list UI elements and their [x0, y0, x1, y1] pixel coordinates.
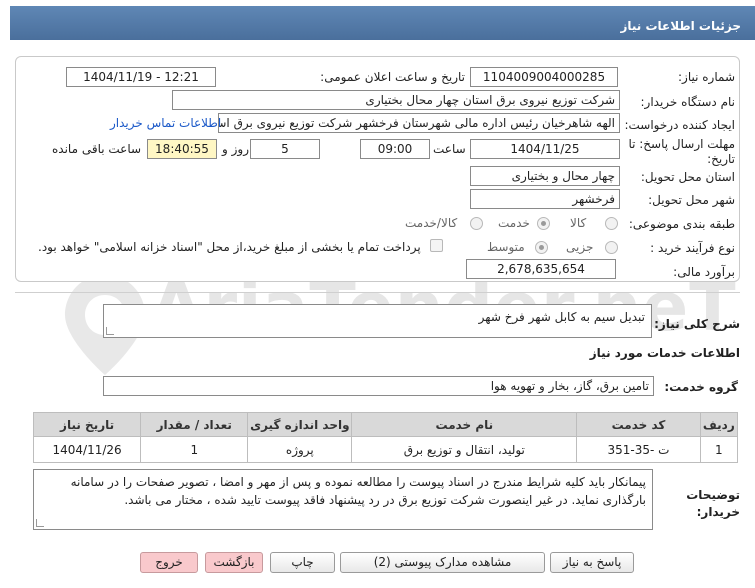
remaining-time-label: ساعت باقی مانده	[52, 142, 142, 156]
treasury-payment-note: پرداخت تمام یا بخشی از مبلغ خرید،از محل …	[38, 240, 421, 254]
back-button[interactable]: بازگشت	[205, 552, 263, 573]
announce-datetime-label: تاریخ و ساعت اعلان عمومی:	[320, 70, 465, 84]
category-radio-goods-service[interactable]	[470, 217, 483, 230]
table-header-row: ردیف کد خدمت نام خدمت واحد اندازه گیری ت…	[32, 412, 739, 437]
col-unit: واحد اندازه گیری	[247, 412, 353, 437]
header-bar: جزئیات اطلاعات نیاز	[10, 6, 755, 40]
col-quantity: تعداد / مقدار	[140, 412, 249, 437]
reply-button[interactable]: پاسخ به نیاز	[550, 552, 634, 573]
category-option-goods: کالا	[570, 216, 587, 230]
col-service-code: کد خدمت	[576, 412, 701, 437]
exit-button[interactable]: خروج	[140, 552, 198, 573]
budget-field: 2,678,635,654	[466, 259, 616, 279]
cell-row: 1	[699, 436, 739, 463]
category-label: طبقه بندی موضوعی:	[628, 217, 735, 231]
col-need-date: تاریخ نیاز	[32, 412, 142, 437]
deadline-time-field: 09:00	[360, 139, 430, 159]
col-service-name: نام خدمت	[351, 412, 578, 437]
buyer-contact-link[interactable]: اطلاعات تماس خریدار	[110, 116, 221, 130]
cell-quantity: 1	[140, 436, 249, 463]
service-group-label: گروه خدمت:	[664, 380, 738, 394]
process-label: نوع فرآیند خرید :	[650, 241, 735, 255]
print-button[interactable]: چاپ	[270, 552, 335, 573]
creator-label: ایجاد کننده درخواست:	[624, 118, 735, 132]
province-label: استان محل تحویل:	[640, 170, 735, 184]
category-option-goods-service: کالا/خدمت	[405, 216, 458, 230]
city-field: فرخشهر	[470, 189, 620, 209]
services-table: ردیف کد خدمت نام خدمت واحد اندازه گیری ت…	[32, 412, 739, 463]
cell-unit: پروژه	[247, 436, 353, 463]
need-number-field: 1104009004000285	[470, 67, 618, 87]
province-field: چهار محال و بختیاری	[470, 166, 620, 186]
category-option-service: خدمت	[498, 216, 530, 230]
page-title: جزئیات اطلاعات نیاز	[620, 19, 741, 33]
city-label: شهر محل تحویل:	[648, 193, 735, 207]
deadline-date-field: 1404/11/25	[470, 139, 620, 159]
services-section-title: اطلاعات خدمات مورد نیاز	[589, 346, 740, 360]
process-radio-minor[interactable]	[605, 241, 618, 254]
treasury-payment-checkbox[interactable]	[430, 239, 443, 252]
days-remaining-field: 5	[250, 139, 320, 159]
need-number-label: شماره نیاز:	[678, 70, 735, 84]
service-group-field: تامین برق، گاز، بخار و تهویه هوا	[103, 376, 654, 396]
creator-field: الهه شاهرخیان رئیس اداره مالی شهرستان فر…	[218, 113, 620, 133]
divider	[15, 292, 740, 293]
view-attachments-button[interactable]: مشاهده مدارک پیوستی (2)	[340, 552, 545, 573]
buyer-org-field: شرکت توزیع نیروی برق استان چهار محال بخت…	[172, 90, 620, 110]
deadline-time-label: ساعت	[433, 142, 466, 156]
resize-handle-icon	[106, 327, 114, 335]
summary-field: تبدیل سیم به کابل شهر فرخ شهر	[103, 304, 652, 338]
buyer-org-label: نام دستگاه خریدار:	[640, 95, 736, 109]
deadline-label: مهلت ارسال پاسخ: تا تاریخ:	[628, 137, 735, 166]
buyer-notes-text: پیمانکار باید کلیه شرایط مندرج در اسناد …	[70, 475, 646, 507]
resize-handle-icon	[36, 519, 44, 527]
summary-label: شرح کلی نیاز:	[654, 317, 740, 331]
budget-label: برآورد مالی:	[673, 265, 735, 279]
page-header: جزئیات اطلاعات نیاز	[0, 0, 755, 42]
buyer-notes-field: پیمانکار باید کلیه شرایط مندرج در اسناد …	[33, 469, 653, 530]
process-radio-medium[interactable]	[535, 241, 548, 254]
table-row: 1 ت -35-351 تولید، انتقال و توزیع برق پر…	[32, 436, 739, 463]
announce-datetime-field: 1404/11/19 - 12:21	[66, 67, 216, 87]
category-radio-goods[interactable]	[605, 217, 618, 230]
process-option-minor: جزیی	[566, 240, 594, 254]
process-option-medium: متوسط	[487, 240, 525, 254]
buyer-notes-label: توضیحات خریدار:	[686, 488, 740, 519]
remaining-time-field: 18:40:55	[147, 139, 217, 159]
col-row: ردیف	[699, 412, 739, 437]
days-label: روز و	[222, 142, 249, 156]
cell-service-code: ت -35-351	[576, 436, 701, 463]
category-radio-service[interactable]	[537, 217, 550, 230]
cell-service-name: تولید، انتقال و توزیع برق	[351, 436, 578, 463]
cell-need-date: 1404/11/26	[32, 436, 142, 463]
summary-text: تبدیل سیم به کابل شهر فرخ شهر	[478, 310, 645, 324]
